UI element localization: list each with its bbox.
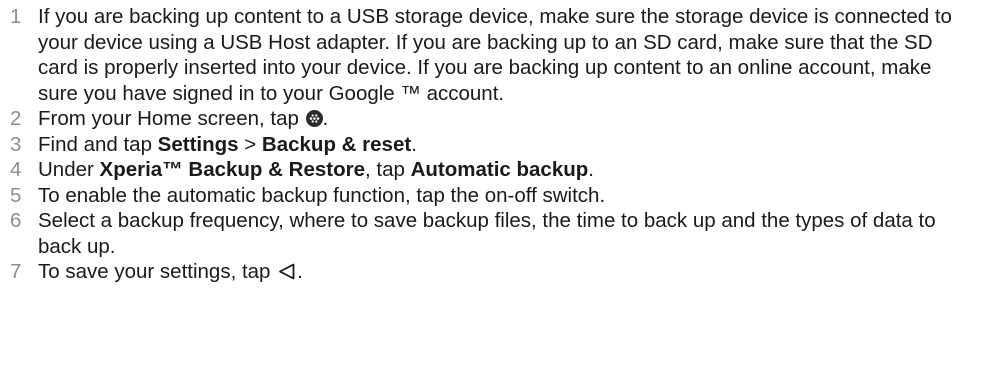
step-text-part: . xyxy=(297,260,303,283)
step-text-part: . xyxy=(322,107,329,130)
step-text-part: > xyxy=(238,132,262,156)
backup-steps-list: 1 If you are backing up content to a USB… xyxy=(0,0,995,288)
settings-term: Settings xyxy=(157,132,239,156)
step-text: To save your settings, tap . xyxy=(38,259,995,288)
step-1: 1 If you are backing up content to a USB… xyxy=(0,4,995,106)
backup-reset-term: Backup & reset xyxy=(261,132,412,156)
automatic-backup-term: Automatic backup xyxy=(410,158,589,181)
step-number: 5 xyxy=(10,183,22,207)
step-text: Under Xperia™ Backup & Restore, tap Auto… xyxy=(38,157,995,183)
xperia-backup-restore-term: Xperia™ Backup & Restore xyxy=(99,158,365,181)
step-text: If you are backing up content to a USB s… xyxy=(38,5,952,105)
back-icon xyxy=(277,262,297,288)
step-number: 3 xyxy=(10,132,22,156)
step-text-part: . xyxy=(588,158,594,181)
step-6: 6 Select a backup frequency, where to sa… xyxy=(0,208,995,259)
step-5: 5 To enable the automatic backup functio… xyxy=(0,183,995,209)
step-text-part: , tap xyxy=(364,158,411,181)
step-text: Find and tap Settings > Backup & reset. xyxy=(38,132,995,158)
step-3: 3 Find and tap Settings > Backup & reset… xyxy=(0,132,995,158)
step-number: 7 xyxy=(10,260,22,283)
step-number: 4 xyxy=(10,158,22,181)
step-number: 1 xyxy=(10,5,22,28)
step-2: 2 From your Home screen, tap . xyxy=(0,106,995,132)
step-text-part: . xyxy=(411,132,417,156)
apps-icon xyxy=(305,110,323,127)
step-text-part: From your Home screen, tap xyxy=(38,107,305,130)
step-text-part: To save your settings, tap xyxy=(38,260,277,283)
step-number: 6 xyxy=(10,209,22,232)
step-4: 4 Under Xperia™ Backup & Restore, tap Au… xyxy=(0,157,995,183)
step-text: From your Home screen, tap . xyxy=(38,106,995,132)
step-number: 2 xyxy=(10,107,22,130)
step-text: Select a backup frequency, where to save… xyxy=(38,209,936,258)
step-text-part: Under xyxy=(38,158,100,181)
step-text-part: Find and tap xyxy=(38,132,158,156)
step-7: 7 To save your settings, tap . xyxy=(0,259,995,288)
step-text: To enable the automatic backup function,… xyxy=(38,183,606,207)
